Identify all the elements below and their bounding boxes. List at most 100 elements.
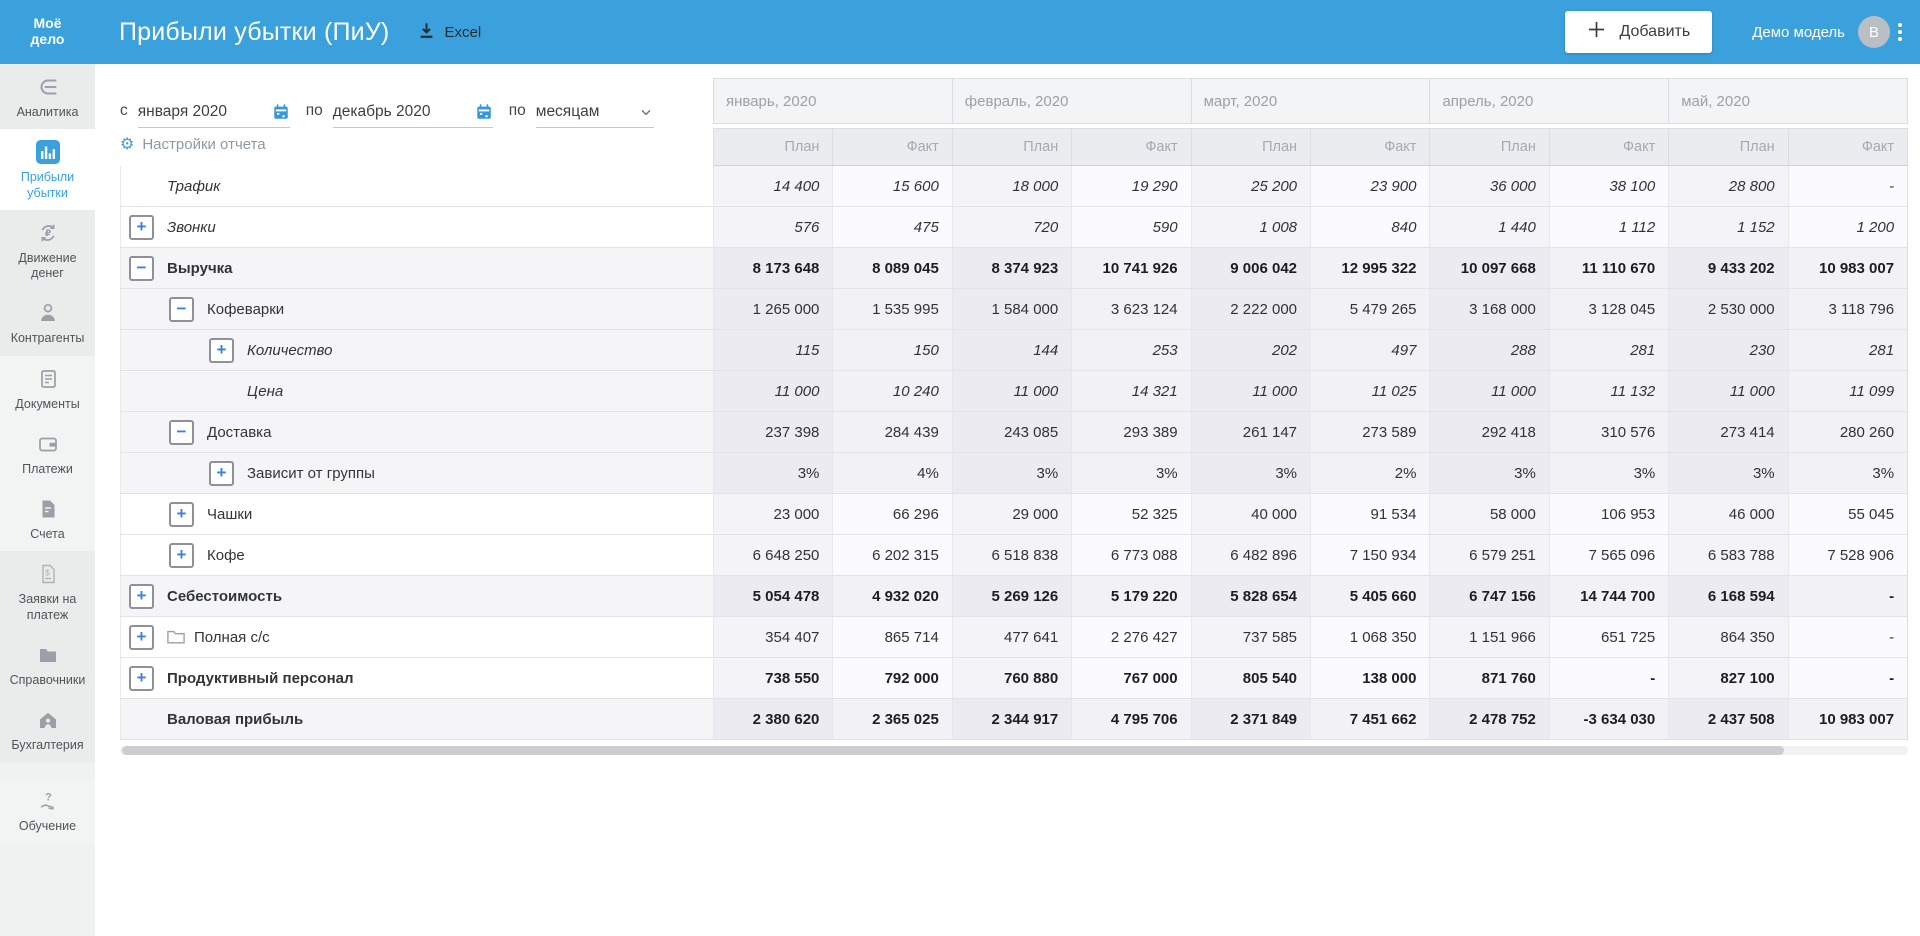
row-label: Выручка: [167, 259, 233, 277]
svg-text:$: $: [45, 568, 50, 578]
expand-toggle[interactable]: +: [209, 337, 234, 363]
value-cell: -: [1787, 617, 1908, 657]
collapse-toggle[interactable]: −: [169, 419, 194, 445]
plan-fact-header-row: План Факт План Факт План Факт План Факт План Факт: [713, 128, 1908, 166]
add-button[interactable]: Добавить: [1565, 11, 1713, 53]
person-icon: [36, 300, 60, 326]
svg-text:?: ?: [45, 792, 52, 804]
value-cell: 2%: [1310, 453, 1430, 493]
collapse-toggle[interactable]: −: [129, 255, 154, 281]
app-logo[interactable]: Моё дело: [0, 16, 95, 47]
month-header: апрель, 2020: [1429, 79, 1669, 123]
row-label: Звонки: [167, 218, 216, 236]
row-label: Доставка: [207, 423, 272, 441]
value-cell: 3 623 124: [1071, 289, 1191, 329]
sidebar-item-payment-requests[interactable]: $ Заявки на платеж: [0, 551, 95, 632]
add-button-label: Добавить: [1619, 23, 1691, 40]
value-cell: 3%: [1429, 453, 1549, 493]
expand-toggle[interactable]: +: [209, 460, 234, 486]
value-cell: 38 100: [1548, 166, 1669, 206]
table-row: − Выручка 8 173 648 8 089 045 8 374 923 10 74…: [120, 248, 1908, 289]
value-cell: 2 530 000: [1668, 289, 1788, 329]
expand-toggle[interactable]: +: [129, 624, 154, 650]
value-cell: 6 202 315: [832, 535, 952, 575]
sidebar-item-invoices[interactable]: Счета: [0, 486, 95, 552]
value-cell: 10 741 926: [1071, 248, 1191, 288]
value-cell: 5 405 660: [1310, 576, 1430, 616]
expand-toggle[interactable]: +: [169, 501, 194, 527]
sidebar-item-directories[interactable]: Справочники: [0, 631, 95, 697]
row-label: Зависит от группы: [247, 464, 375, 482]
value-cell: 475: [832, 207, 952, 247]
value-cell: 230: [1668, 330, 1788, 370]
sidebar-item-payments[interactable]: Платежи: [0, 420, 95, 486]
value-cell: 3%: [1668, 453, 1788, 493]
value-cell: 4 932 020: [832, 576, 952, 616]
sidebar-item-documents[interactable]: Документы: [0, 355, 95, 421]
logo-line1: Моё: [33, 15, 62, 32]
value-cell: 477 641: [951, 617, 1072, 657]
table-row: + Звонки 576 475 720 590 1 008 840 1 440 1 112 1 1…: [120, 207, 1908, 248]
expand-toggle[interactable]: +: [169, 542, 194, 568]
value-cell: 202: [1190, 330, 1311, 370]
value-cell: 10 983 007: [1787, 248, 1908, 288]
value-cell: 52 325: [1071, 494, 1191, 534]
sidebar-item-analytics[interactable]: Аналитика: [0, 64, 95, 130]
month-header: январь, 2020: [714, 79, 952, 123]
value-cell: 10 983 007: [1787, 699, 1908, 739]
value-cell: 760 880: [951, 658, 1072, 698]
value-cell: 1 200: [1787, 207, 1908, 247]
value-cell: 11 110 670: [1548, 248, 1669, 288]
value-cell: 91 534: [1310, 494, 1430, 534]
app-header: Моё дело Прибыли убытки (ПиУ) Excel Доба…: [0, 0, 1920, 64]
payment-request-icon: $: [36, 561, 60, 587]
value-cell: 2 380 620: [713, 699, 833, 739]
expand-toggle[interactable]: +: [129, 214, 154, 240]
sidebar-item-profit-loss[interactable]: Прибыли убытки: [0, 129, 95, 210]
table-row: + Количество 115 150 144 253 202 497 288 281 230 28…: [120, 330, 1908, 371]
collapse-toggle[interactable]: −: [169, 296, 194, 322]
value-cell: 9 433 202: [1668, 248, 1788, 288]
value-cell: 3%: [1548, 453, 1669, 493]
value-cell: 25 200: [1190, 166, 1311, 206]
expand-toggle[interactable]: +: [129, 583, 154, 609]
plan-header: План: [1429, 129, 1549, 165]
value-cell: 497: [1310, 330, 1430, 370]
value-cell: 805 540: [1190, 658, 1311, 698]
table-row: + Чашки 23 000 66 296 29 000 52 325 40 000 91 5…: [120, 494, 1908, 535]
table-row: + Полная с/с 354 407 865 714 477 641 2 276 42…: [120, 617, 1908, 658]
value-cell: 243 085: [951, 412, 1072, 452]
value-cell: 6 773 088: [1071, 535, 1191, 575]
sidebar-item-education[interactable]: ? Обучение: [0, 778, 95, 844]
value-cell: 106 953: [1548, 494, 1669, 534]
horizontal-scrollbar[interactable]: [120, 746, 1908, 755]
account-menu[interactable]: Демо модель B: [1752, 16, 1890, 48]
expand-toggle[interactable]: +: [129, 665, 154, 691]
value-cell: 66 296: [832, 494, 952, 534]
kebab-menu-icon[interactable]: [1898, 23, 1902, 41]
avatar[interactable]: B: [1858, 16, 1890, 48]
scrollbar-thumb[interactable]: [122, 746, 1784, 755]
plan-header: План: [1190, 129, 1311, 165]
export-excel-button[interactable]: Excel: [417, 21, 481, 44]
value-cell: 273 414: [1668, 412, 1788, 452]
value-cell: 5 054 478: [713, 576, 833, 616]
value-cell: 29 000: [951, 494, 1072, 534]
value-cell: 871 760: [1429, 658, 1549, 698]
sidebar-item-label: Бухгалтерия: [11, 738, 84, 752]
table-row: Цена 11 000 10 240 11 000 14 321 11 000 11 025…: [120, 371, 1908, 412]
question-hand-icon: ?: [36, 788, 60, 814]
plus-icon: [1587, 20, 1606, 44]
sidebar-item-accounting[interactable]: Бухгалтерия: [0, 697, 95, 763]
value-cell: 23 900: [1310, 166, 1430, 206]
fact-header: Факт: [1071, 129, 1191, 165]
value-cell: 292 418: [1429, 412, 1549, 452]
sidebar-item-counterparties[interactable]: Контрагенты: [0, 290, 95, 356]
value-cell: 590: [1071, 207, 1191, 247]
value-cell: 11 000: [713, 371, 833, 411]
sidebar-item-cash-flow[interactable]: ₽ Движение денег: [0, 209, 95, 291]
analytics-icon: [36, 74, 60, 100]
value-cell: 3 118 796: [1787, 289, 1908, 329]
fact-header: Факт: [1310, 129, 1430, 165]
value-cell: 3 168 000: [1429, 289, 1549, 329]
